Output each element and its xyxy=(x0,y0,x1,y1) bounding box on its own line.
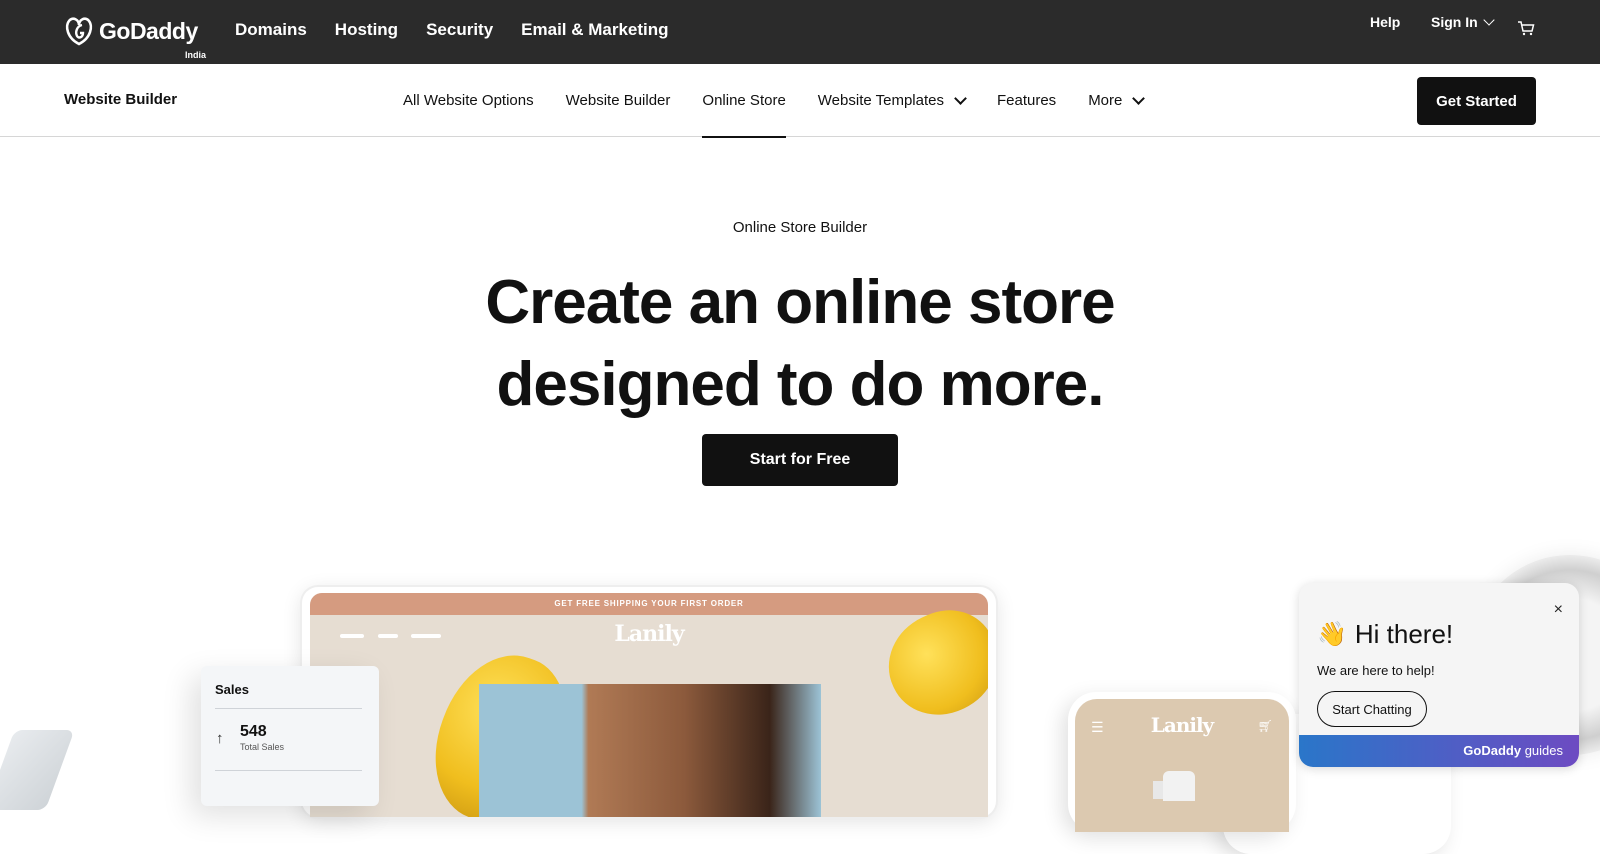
hero-eyebrow: Online Store Builder xyxy=(732,219,868,236)
chat-footer: GoDaddy guides xyxy=(1299,735,1579,767)
nav-hosting[interactable]: Hosting xyxy=(335,20,398,40)
subnav-all-website-options[interactable]: All Website Options xyxy=(403,64,534,137)
subnav-online-store[interactable]: Online Store xyxy=(702,64,787,138)
total-sales-label: Total Sales xyxy=(240,742,285,752)
cart-icon xyxy=(1518,21,1535,36)
subnav-title: Website Builder xyxy=(64,91,178,108)
subnav-label: Online Store xyxy=(702,92,786,109)
footer-suffix: guides xyxy=(1521,743,1563,758)
get-started-button[interactable]: Get Started xyxy=(1417,77,1536,125)
divider xyxy=(215,770,362,771)
subnav-label: Website Templates xyxy=(817,92,944,109)
chevron-down-icon xyxy=(1132,91,1146,105)
nav-email-marketing[interactable]: Email & Marketing xyxy=(521,20,668,40)
chat-widget: × 👋 Hi there! We are here to help! Start… xyxy=(1299,583,1579,767)
decorative-shape xyxy=(0,730,75,810)
store-preview: GET FREE SHIPPING YOUR FIRST ORDER Lanil… xyxy=(310,593,988,817)
subnav-website-builder[interactable]: Website Builder xyxy=(566,64,671,137)
close-icon[interactable]: × xyxy=(1554,601,1563,619)
sales-card: Sales ↑ 548 Total Sales xyxy=(201,666,379,806)
godaddy-logo[interactable]: GoDaddy xyxy=(63,16,198,46)
primary-nav: Domains Hosting Security Email & Marketi… xyxy=(235,20,669,40)
store-logo: Lanily xyxy=(614,621,684,647)
product-subnav: Website Builder All Website Options Webs… xyxy=(0,64,1600,138)
global-header: GoDaddy India Domains Hosting Security E… xyxy=(0,0,1600,854)
sign-in-label: Sign In xyxy=(1431,14,1478,30)
subnav-label: All Website Options xyxy=(403,92,534,109)
chevron-down-icon xyxy=(1318,775,1330,788)
chat-greeting: Hi there! xyxy=(1354,619,1454,649)
hero-headline: Create an online store designed to do mo… xyxy=(0,262,1600,426)
help-link[interactable]: Help xyxy=(1370,14,1400,30)
store-nav: Lanily ⚲ ⛉ ♙ xyxy=(310,615,988,655)
subnav-label: Features xyxy=(996,92,1057,109)
chat-title: 👋 Hi there! xyxy=(1317,619,1453,650)
sales-title: Sales xyxy=(215,682,249,697)
product-pump-image xyxy=(1163,771,1195,801)
chevron-down-icon xyxy=(954,91,967,105)
store-promo-bar: GET FREE SHIPPING YOUR FIRST ORDER xyxy=(310,593,988,615)
godaddy-logo-icon xyxy=(65,17,93,46)
cart-button[interactable] xyxy=(1517,20,1535,36)
model-photo xyxy=(479,684,821,817)
nav-security[interactable]: Security xyxy=(426,20,493,40)
subnav-label: More xyxy=(1088,92,1123,109)
divider xyxy=(215,708,362,709)
subnav-features[interactable]: Features xyxy=(997,64,1056,137)
cart-icon: 🛒︎ xyxy=(1257,719,1273,733)
nav-domains[interactable]: Domains xyxy=(235,20,307,40)
headline-line-2: designed to do more. xyxy=(496,350,1105,419)
phone-store-preview: ☰ Lanily 🛒︎ xyxy=(1075,699,1289,832)
subnav-website-templates[interactable]: Website Templates xyxy=(817,64,967,137)
laptop-mockup: GET FREE SHIPPING YOUR FIRST ORDER Lanil… xyxy=(302,587,996,817)
arrow-up-icon: ↑ xyxy=(216,730,224,747)
chat-subtitle: We are here to help! xyxy=(1317,663,1435,678)
start-chatting-button[interactable]: Start Chatting xyxy=(1317,691,1427,727)
region-label: India xyxy=(185,50,207,60)
footer-brand: GoDaddy xyxy=(1463,743,1522,758)
chevron-down-icon xyxy=(1483,13,1495,26)
subnav-more[interactable]: More xyxy=(1088,64,1146,137)
start-for-free-button[interactable]: Start for Free xyxy=(702,434,898,486)
subnav-links: All Website Options Website Builder Onli… xyxy=(403,64,1146,138)
headline-line-1: Create an online store xyxy=(485,268,1115,337)
total-sales-value: 548 xyxy=(240,723,267,740)
subnav-label: Website Builder xyxy=(565,92,671,109)
waving-hand-icon: 👋 xyxy=(1317,621,1347,648)
brand-name: GoDaddy xyxy=(99,17,198,44)
sign-in-menu[interactable]: Sign In xyxy=(1431,13,1495,30)
phone-mockup: ☰ Lanily 🛒︎ xyxy=(1068,692,1296,832)
